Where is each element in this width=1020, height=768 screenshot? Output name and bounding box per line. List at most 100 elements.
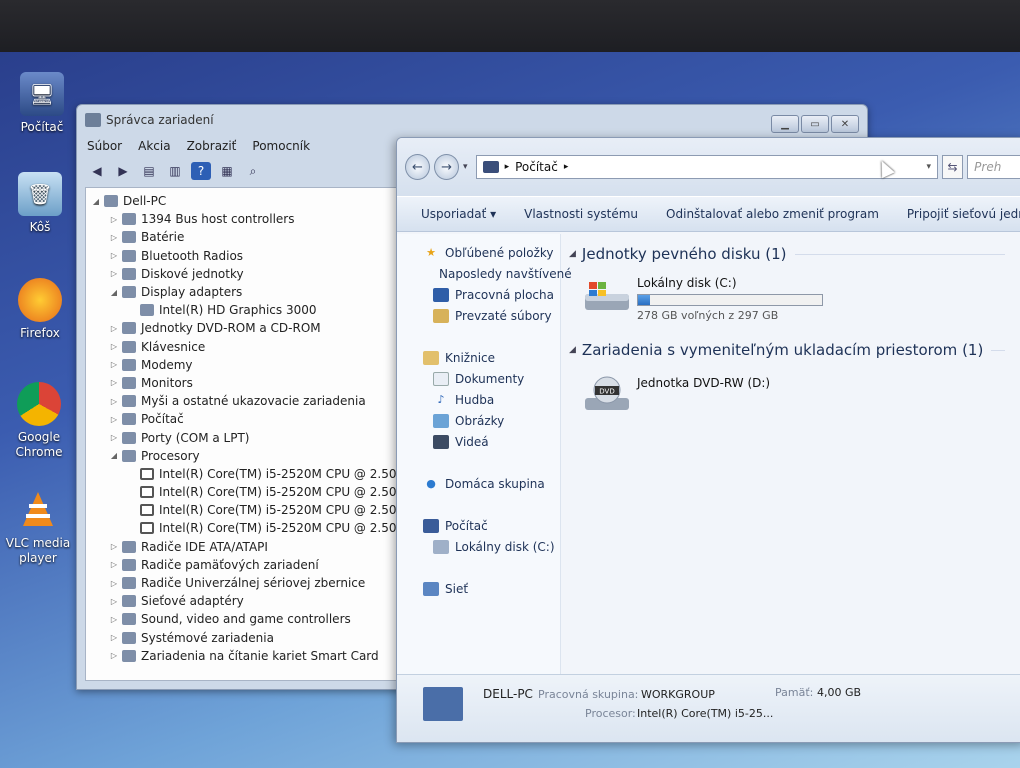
collapsed-triangle-icon[interactable]: ▷ bbox=[108, 597, 120, 606]
recent-pages-chevron-icon[interactable]: ▾ bbox=[463, 162, 468, 172]
device-category-icon bbox=[122, 395, 136, 408]
refresh-button[interactable]: ⇆ bbox=[941, 155, 964, 179]
breadcrumb-chevron-icon[interactable]: ▸ bbox=[564, 162, 569, 172]
collapsed-triangle-icon[interactable]: ▷ bbox=[108, 360, 120, 369]
drive-local-disk-c[interactable]: Lokálny disk (C:) 278 GB voľných z 297 G… bbox=[583, 270, 1020, 334]
desktop-icon-label: Počítač bbox=[20, 120, 64, 134]
collapsed-triangle-icon[interactable]: ▷ bbox=[108, 633, 120, 642]
tree-item-label: Jednotky DVD-ROM a CD-ROM bbox=[141, 321, 321, 336]
collapsed-triangle-icon[interactable]: ▷ bbox=[108, 215, 120, 224]
collapsed-triangle-icon[interactable]: ▷ bbox=[108, 433, 120, 442]
collapsed-triangle-icon[interactable]: ▷ bbox=[108, 560, 120, 569]
nav-videos[interactable]: Videá bbox=[397, 431, 560, 452]
processor-icon bbox=[140, 504, 154, 517]
nav-pictures[interactable]: Obrázky bbox=[397, 410, 560, 431]
device-category-icon bbox=[122, 340, 136, 353]
desktop-icon-chrome[interactable]: Google Chrome bbox=[4, 382, 74, 460]
collapsed-triangle-icon[interactable]: ▷ bbox=[108, 269, 120, 278]
maximize-button[interactable]: ▭ bbox=[801, 115, 829, 133]
tree-item-label: Intel(R) Core(TM) i5-2520M CPU @ 2.50GHz bbox=[159, 503, 422, 518]
back-arrow-icon[interactable]: ◀ bbox=[87, 162, 107, 180]
desktop-icon-computer[interactable]: 🖥 Počítač bbox=[6, 72, 78, 135]
nav-network[interactable]: Sieť bbox=[397, 578, 560, 599]
properties-view-icon[interactable]: ▤ bbox=[139, 162, 159, 180]
map-network-drive-button[interactable]: Pripojiť sieťovú jednotku bbox=[907, 207, 1020, 221]
menu-help[interactable]: Pomocník bbox=[252, 139, 310, 153]
address-dropdown-icon[interactable]: ▾ bbox=[926, 162, 931, 172]
nav-local-disk-c[interactable]: Lokálny disk (C:) bbox=[397, 536, 560, 557]
desktop-icon-vlc[interactable]: VLC media player bbox=[2, 488, 74, 566]
tree-item-label: Intel(R) HD Graphics 3000 bbox=[159, 303, 317, 318]
desktop-icon-label: Google Chrome bbox=[15, 430, 63, 459]
music-icon: ♪ bbox=[437, 393, 445, 406]
address-bar[interactable]: ▸ Počítač ▸ ▾ bbox=[475, 155, 938, 179]
collapsed-triangle-icon[interactable]: ▷ bbox=[108, 542, 120, 551]
nav-favorites[interactable]: ★ Obľúbené položky bbox=[397, 242, 560, 263]
group-header-removable[interactable]: ◢ Zariadenia s vymeniteľným ukladacím pr… bbox=[569, 338, 1020, 362]
menu-view[interactable]: Zobraziť bbox=[187, 139, 237, 153]
memory-value: 4,00 GB bbox=[817, 686, 862, 699]
drive-name: Lokálny disk (C:) bbox=[637, 276, 737, 290]
collapsed-triangle-icon[interactable]: ▷ bbox=[108, 378, 120, 387]
collapsed-triangle-icon[interactable]: ▷ bbox=[108, 251, 120, 260]
tree-item-label: Batérie bbox=[141, 230, 185, 245]
device-category-icon bbox=[122, 577, 136, 590]
minimize-button[interactable]: ▁ bbox=[771, 115, 799, 133]
device-category-icon bbox=[122, 286, 136, 299]
breadcrumb-computer[interactable]: Počítač bbox=[515, 160, 558, 174]
tree-item-label: Intel(R) Core(TM) i5-2520M CPU @ 2.50GHz bbox=[159, 521, 422, 536]
details-pane: DELL-PC Pracovná skupina: WORKGROUP Pamä… bbox=[397, 674, 1020, 742]
collapsed-triangle-icon[interactable]: ▷ bbox=[108, 397, 120, 406]
tree-item-label: Diskové jednotky bbox=[141, 266, 244, 281]
group-header-hard-drives[interactable]: ◢ Jednotky pevného disku (1) bbox=[569, 242, 1020, 266]
dvd-drive-icon: DVD bbox=[583, 376, 631, 416]
expanded-triangle-icon[interactable]: ◢ bbox=[108, 288, 120, 297]
back-button[interactable]: ← bbox=[405, 154, 431, 180]
collapsed-triangle-icon[interactable]: ▷ bbox=[108, 324, 120, 333]
nav-recent-places[interactable]: Naposledy navštívené bbox=[397, 263, 572, 284]
desktop-icon-recycle-bin[interactable]: 🗑 Kôš bbox=[4, 172, 76, 235]
nav-desktop[interactable]: Pracovná plocha bbox=[397, 284, 560, 305]
system-properties-button[interactable]: Vlastnosti systému bbox=[524, 207, 638, 221]
collapsed-triangle-icon[interactable]: ▷ bbox=[108, 615, 120, 624]
nav-documents[interactable]: Dokumenty bbox=[397, 368, 560, 389]
expanded-triangle-icon[interactable]: ◢ bbox=[108, 451, 120, 460]
search-input[interactable]: Preh bbox=[967, 155, 1020, 179]
nav-libraries[interactable]: Knižnice bbox=[397, 347, 560, 368]
forward-button[interactable]: → bbox=[434, 154, 460, 180]
forward-arrow-icon[interactable]: ▶ bbox=[113, 162, 133, 180]
drive-dvd-rw-d[interactable]: DVD Jednotka DVD-RW (D:) bbox=[583, 366, 1020, 430]
resources-view-icon[interactable]: ▦ bbox=[217, 162, 237, 180]
device-category-icon bbox=[122, 540, 136, 553]
expanded-triangle-icon[interactable]: ◢ bbox=[90, 197, 102, 206]
collapsed-triangle-icon[interactable]: ▷ bbox=[108, 415, 120, 424]
tree-item-label: Sound, video and game controllers bbox=[141, 612, 351, 627]
device-category-icon bbox=[122, 449, 136, 462]
collapsed-triangle-icon[interactable]: ▷ bbox=[108, 342, 120, 351]
tree-item-label: Systémové zariadenia bbox=[141, 630, 274, 645]
nav-computer[interactable]: Počítač bbox=[397, 515, 560, 536]
nav-downloads[interactable]: Prevzaté súbory bbox=[397, 305, 560, 326]
pc-name: DELL-PC bbox=[483, 687, 533, 701]
menu-file[interactable]: Súbor bbox=[87, 139, 122, 153]
desktop-icon-label: VLC media player bbox=[5, 536, 71, 565]
help-icon[interactable]: ? bbox=[191, 162, 211, 180]
close-button[interactable]: ✕ bbox=[831, 115, 859, 133]
hard-drive-icon bbox=[433, 539, 449, 554]
group-title: Zariadenia s vymeniteľným ukladacím prie… bbox=[581, 341, 984, 359]
document-icon[interactable]: ▥ bbox=[165, 162, 185, 180]
device-manager-titlebar[interactable]: Správca zariadení bbox=[77, 105, 867, 135]
nav-music[interactable]: ♪ Hudba bbox=[397, 389, 560, 410]
collapsed-triangle-icon[interactable]: ▷ bbox=[108, 651, 120, 660]
network-icon bbox=[423, 581, 439, 596]
organize-button[interactable]: Usporiadať ▾ bbox=[421, 207, 496, 221]
scan-hardware-icon[interactable]: ⌕ bbox=[243, 162, 263, 180]
collapsed-triangle-icon[interactable]: ▷ bbox=[108, 233, 120, 242]
uninstall-program-button[interactable]: Odinštalovať alebo zmeniť program bbox=[666, 207, 879, 221]
device-category-icon bbox=[104, 195, 118, 208]
desktop-icon-firefox[interactable]: Firefox bbox=[4, 278, 76, 341]
collapsed-triangle-icon[interactable]: ▷ bbox=[108, 579, 120, 588]
menu-action[interactable]: Akcia bbox=[138, 139, 170, 153]
explorer-address-row: ← → ▾ ▸ Počítač ▸ ▾ ⇆ Preh bbox=[397, 138, 1020, 196]
nav-homegroup[interactable]: ● Domáca skupina bbox=[397, 473, 560, 494]
